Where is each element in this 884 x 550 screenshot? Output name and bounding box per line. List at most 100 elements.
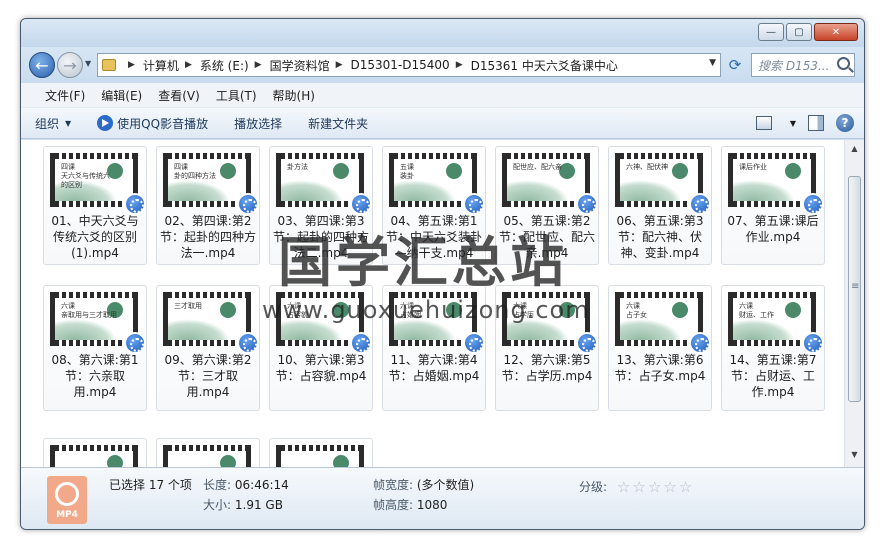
video-file-item[interactable] (156, 438, 260, 467)
file-name: 13、第六课:第6节：占子女.mp4 (614, 353, 706, 383)
star-icon[interactable]: ☆ (679, 479, 692, 494)
file-name: 12、第六课:第5节：占学历.mp4 (501, 353, 593, 383)
video-file-item[interactable]: 六课 财运、工作 14、第五课:第7节：占财运、工作.mp4 (721, 285, 825, 411)
video-thumbnail (163, 445, 251, 467)
file-name: 08、第六课:第1节：六亲取用.mp4 (51, 353, 139, 399)
qq-player-badge-icon (576, 332, 598, 354)
menu-file[interactable]: 文件(F) (37, 87, 93, 104)
thumbnail-caption: 六课 占子女 (626, 302, 647, 319)
search-icon[interactable] (837, 57, 850, 70)
video-file-item[interactable]: 六课 占子女 13、第六课:第6节：占子女.mp4 (608, 285, 712, 411)
refresh-icon[interactable]: ⟳ (725, 56, 745, 76)
address-dropdown-icon[interactable]: ▼ (709, 58, 716, 68)
qq-player-badge-icon (689, 193, 711, 215)
thumbnail-caption: 六课 亲取用与三才取用 (61, 302, 117, 319)
breadcrumb-item[interactable]: D15301-D15400 ▶ (351, 58, 471, 72)
details-pane: MP4 已选择 17 个项 长度: 06:46:14 大小: 1.91 GB 帧… (21, 467, 864, 529)
frame-width-field: 帧宽度: (多个数值) (373, 478, 475, 492)
qq-player-badge-icon (463, 193, 485, 215)
command-bar: 组织 ▼ 使用QQ影音播放 播放选择 新建文件夹 ▼ ? (21, 107, 864, 139)
video-file-item[interactable]: 课后作业 07、第五课:课后作业.mp4 (721, 146, 825, 265)
menu-bar: 文件(F) 编辑(E) 查看(V) 工具(T) 帮助(H) (21, 83, 864, 107)
close-button[interactable]: ✕ (814, 23, 858, 41)
recent-pages-dropdown[interactable]: ▼ (85, 59, 91, 68)
qq-player-badge-icon (802, 193, 824, 215)
size-field: 大小: 1.91 GB (203, 498, 283, 512)
video-thumbnail (276, 445, 364, 467)
qq-player-badge-icon (237, 332, 259, 354)
video-file-item[interactable]: 四课 卦的四种方法 02、第四课:第2节：起卦的四种方法一.mp4 (156, 146, 260, 265)
play-selection-button[interactable]: 播放选择 (234, 115, 282, 132)
thumbnail-caption: 课后作业 (739, 163, 767, 171)
video-file-item[interactable]: 六课 亲取用与三才取用 08、第六课:第1节：六亲取用.mp4 (43, 285, 147, 411)
change-view-icon[interactable] (755, 116, 772, 130)
length-field: 长度: 06:46:14 (203, 478, 289, 492)
breadcrumb-item[interactable]: 计算机 ▶ (143, 57, 200, 74)
address-bar[interactable]: ▶ 计算机 ▶ 系统 (E:) ▶ 国学资料馆 ▶ D15301-D15400 ▶ D1… (97, 53, 721, 77)
frame-height-field: 帧高度: 1080 (373, 498, 448, 512)
scroll-down-icon[interactable]: ▼ (848, 450, 861, 463)
video-file-item[interactable] (43, 438, 147, 467)
star-icon[interactable]: ☆ (633, 479, 646, 494)
thumbnail-caption: 卦方法 (287, 163, 308, 171)
play-with-qq-button[interactable]: 使用QQ影音播放 (97, 115, 208, 132)
video-file-item[interactable]: 四课 天六爻与传统六 的区别 01、中天六爻与传统六爻的区别(1).mp4 (43, 146, 147, 265)
thumbnail-caption: 四课 天六爻与传统六 的区别 (61, 163, 110, 189)
folder-icon (102, 59, 116, 71)
video-file-item[interactable] (269, 438, 373, 467)
back-button[interactable]: ← (29, 52, 55, 78)
menu-tools[interactable]: 工具(T) (208, 87, 265, 104)
breadcrumb-item[interactable]: 国学资料馆 ▶ (270, 57, 351, 74)
minimize-button[interactable]: — (758, 23, 784, 41)
file-name: 07、第五课:课后作业.mp4 (727, 214, 819, 244)
watermark-url: www.guoxuehuizong.com (262, 296, 590, 324)
file-name: 14、第五课:第7节：占财运、工作.mp4 (729, 353, 817, 399)
rating-field: 分级: ☆ ☆ ☆ ☆ ☆ (579, 478, 692, 495)
organize-button[interactable]: 组织 ▼ (35, 115, 71, 132)
video-file-item[interactable]: 三才取用 09、第六课:第2节：三才取用.mp4 (156, 285, 260, 411)
qq-player-badge-icon (124, 193, 146, 215)
video-file-item[interactable]: 六神、配伏神 06、第五课:第3节：配六神、伏神、变卦.mp4 (608, 146, 712, 265)
forward-button[interactable]: → (57, 52, 83, 78)
qq-player-badge-icon (463, 332, 485, 354)
thumbnail-caption: 六神、配伏神 (626, 163, 668, 171)
selection-count: 已选择 17 个项 (109, 478, 192, 492)
breadcrumb-item[interactable]: 系统 (E:) ▶ (200, 57, 270, 74)
search-input[interactable]: 搜索 D153... (751, 53, 855, 77)
view-options-chevron-icon[interactable]: ▼ (790, 119, 796, 128)
qq-player-badge-icon (124, 332, 146, 354)
qq-player-badge-icon (802, 332, 824, 354)
thumbnail-caption: 六课 财运、工作 (739, 302, 774, 319)
breadcrumb-root-arrow[interactable]: ▶ (122, 60, 143, 70)
help-icon[interactable]: ? (836, 114, 854, 132)
menu-help[interactable]: 帮助(H) (265, 87, 323, 104)
thumbnail-caption: 配世应、配六亲 (513, 163, 562, 171)
vertical-scrollbar[interactable]: ▲ ▼ (844, 140, 864, 467)
scroll-up-icon[interactable]: ▲ (848, 144, 861, 157)
qq-player-icon (97, 115, 114, 131)
thumbnail-caption: 三才取用 (174, 302, 202, 310)
new-folder-button[interactable]: 新建文件夹 (308, 115, 368, 132)
address-row: ← → ▼ ▶ 计算机 ▶ 系统 (E:) ▶ 国学资料馆 ▶ D15301-D154… (21, 47, 864, 83)
preview-pane-icon[interactable] (808, 115, 824, 131)
qq-player-badge-icon (576, 193, 598, 215)
breadcrumb-item[interactable]: D15361 中天六爻备课中心 (471, 57, 618, 74)
title-bar[interactable]: — ▢ ✕ (21, 19, 864, 47)
star-icon[interactable]: ☆ (617, 479, 630, 494)
star-icon[interactable]: ☆ (648, 479, 661, 494)
star-icon[interactable]: ☆ (663, 479, 676, 494)
chevron-down-icon: ▼ (65, 118, 72, 128)
qq-player-badge-icon (237, 193, 259, 215)
rating-label: 分级: (579, 480, 608, 494)
file-name: 06、第五课:第3节：配六神、伏神、变卦.mp4 (616, 214, 704, 260)
file-name: 01、中天六爻与传统六爻的区别(1).mp4 (51, 214, 139, 260)
file-name: 11、第六课:第4节：占婚姻.mp4 (388, 353, 480, 383)
scroll-thumb[interactable] (848, 176, 861, 402)
file-name: 10、第六课:第3节：占容貌.mp4 (275, 353, 367, 383)
watermark-title: 国学汇总站 (278, 231, 568, 294)
video-thumbnail (50, 445, 138, 467)
menu-view[interactable]: 查看(V) (150, 87, 208, 104)
menu-edit[interactable]: 编辑(E) (93, 87, 150, 104)
maximize-button[interactable]: ▢ (786, 23, 812, 41)
thumbnail-caption: 四课 卦的四种方法 (174, 163, 216, 180)
